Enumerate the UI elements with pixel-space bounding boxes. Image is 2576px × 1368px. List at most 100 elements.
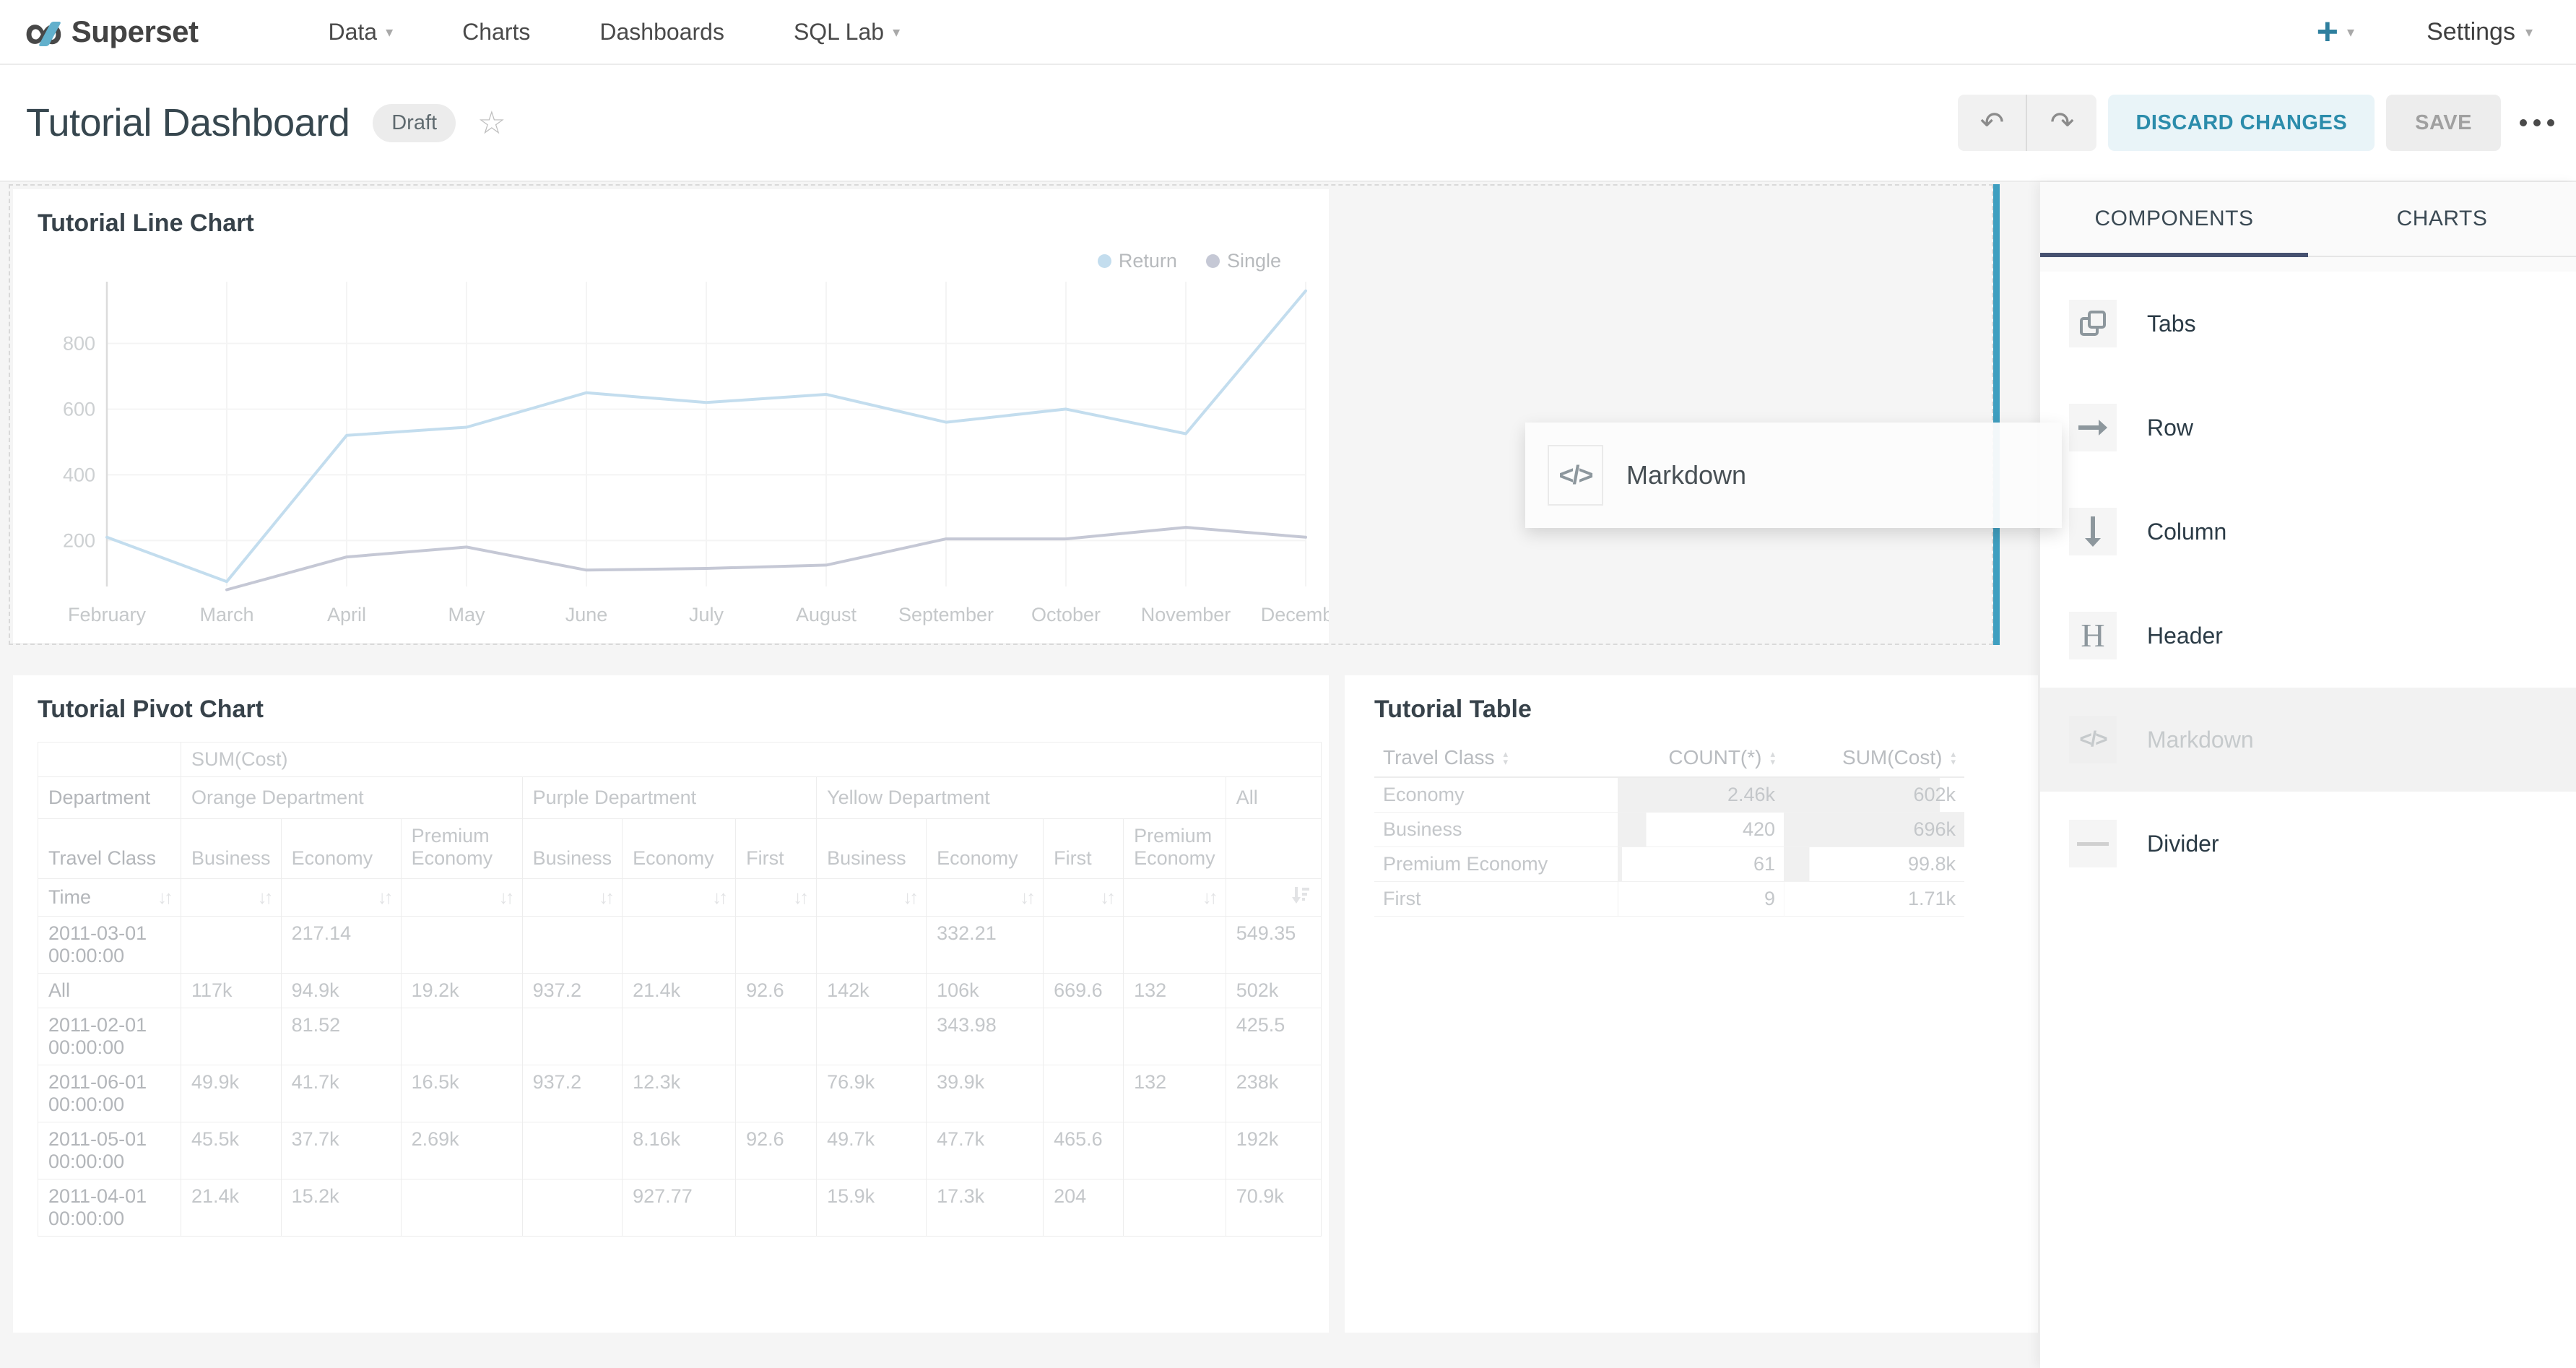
pivot-cell: 41.7k [281, 1065, 401, 1122]
pivot-cell [401, 1179, 522, 1237]
table-row: First91.71k [1374, 882, 1964, 917]
favorite-star-icon[interactable]: ☆ [477, 105, 506, 142]
cell-travel-class: Business [1374, 813, 1618, 847]
brand-name: Superset [71, 14, 199, 49]
tab-components[interactable]: COMPONENTS [2040, 182, 2308, 256]
sort-icon[interactable]: ↓↑ [1020, 886, 1033, 908]
sort-icon[interactable]: ↓↑ [258, 886, 271, 908]
time-header-flex: Time↓↑ [48, 886, 170, 909]
redo-button[interactable]: ↷ [2027, 95, 2096, 151]
save-button[interactable]: SAVE [2386, 95, 2501, 151]
pivot-cell: 16.5k [401, 1065, 522, 1122]
pivot-cell [1044, 1008, 1124, 1065]
pivot-class-header: Economy [281, 819, 401, 879]
pivot-cell: 21.4k [623, 974, 736, 1008]
nav-item-charts[interactable]: Charts [462, 19, 530, 46]
sort-desc-icon[interactable] [1291, 885, 1311, 905]
data-table-card[interactable]: Tutorial Table Travel Class▴▾COUNT(*)▴▾S… [1345, 675, 2038, 1333]
pivot-cell: 343.98 [927, 1008, 1044, 1065]
pivot-class-header: Business [522, 819, 623, 879]
sidebar-item-divider[interactable]: Divider [2040, 792, 2576, 896]
sort-icon[interactable]: ↓↑ [599, 886, 612, 908]
table-col-header-count-[interactable]: COUNT(*)▴▾ [1618, 742, 1784, 777]
pivot-cell [1124, 1179, 1226, 1237]
nav-item-data[interactable]: Data▾ [329, 19, 394, 46]
column-label: SUM(Cost) [1842, 746, 1942, 769]
pivot-cell [736, 917, 817, 974]
cell-sum: 696k [1784, 813, 1964, 847]
sort-icon[interactable]: ↓↑ [712, 886, 725, 908]
row-arrow-icon [2069, 404, 2117, 451]
sort-icon[interactable]: ↓↑ [378, 886, 391, 908]
settings-menu[interactable]: Settings ▾ [2427, 18, 2533, 46]
superset-logo[interactable]: ∞ Superset [25, 10, 199, 53]
caret-down-icon: ▾ [2525, 23, 2533, 41]
nav-item-label: Dashboards [599, 19, 724, 46]
svg-text:March: March [199, 604, 253, 625]
pivot-row-header: 2011-05-01 00:00:00 [38, 1122, 181, 1179]
sort-icon[interactable]: ↓↑ [157, 886, 170, 909]
pivot-row: 2011-05-01 00:00:0045.5k37.7k2.69k8.16k9… [38, 1122, 1322, 1179]
more-options-button[interactable] [2520, 119, 2554, 126]
cell-sum: 99.8k [1784, 847, 1964, 882]
cell-count: 2.46k [1618, 777, 1784, 813]
cell-travel-class: First [1374, 882, 1618, 917]
svg-text:June: June [565, 604, 608, 625]
chart-legend: Return Single [1098, 250, 1281, 272]
sort-icon[interactable]: ↓↑ [1202, 886, 1215, 908]
table-col-header-travel-class[interactable]: Travel Class ▴▾ [1374, 742, 1618, 777]
nav-item-sql-lab[interactable]: SQL Lab▾ [794, 19, 900, 46]
sidebar-item-row[interactable]: Row [2040, 376, 2576, 480]
legend-item-return[interactable]: Return [1098, 250, 1177, 272]
pivot-row-header: 2011-02-01 00:00:00 [38, 1008, 181, 1065]
nav-item-dashboards[interactable]: Dashboards [599, 19, 724, 46]
sort-icon[interactable]: ↓↑ [1100, 886, 1113, 908]
line-chart-card[interactable]: Tutorial Line Chart Return Single 200400… [13, 189, 1329, 643]
pivot-cell [817, 917, 927, 974]
discard-changes-button[interactable]: DISCARD CHANGES [2108, 95, 2375, 151]
tab-charts[interactable]: CHARTS [2308, 182, 2576, 256]
code-icon: </> [2069, 716, 2117, 763]
undo-redo-group: ↶ ↷ [1958, 95, 2096, 151]
undo-button[interactable]: ↶ [1958, 95, 2027, 151]
cell-sum: 602k [1784, 777, 1964, 813]
svg-text:August: August [796, 604, 857, 625]
sort-icon[interactable]: ↓↑ [903, 886, 916, 908]
legend-dot [1098, 254, 1111, 268]
drop-indicator-line [1993, 184, 2000, 645]
caret-down-icon: ▾ [386, 23, 393, 41]
pivot-cell [1044, 1065, 1124, 1122]
pivot-cell: 49.9k [181, 1065, 282, 1122]
column-arrow-icon [2069, 508, 2117, 555]
sidebar-item-header[interactable]: HHeader [2040, 584, 2576, 688]
pivot-time-header: Time↓↑ [38, 879, 181, 917]
nav-menu: Data▾ Charts Dashboards SQL Lab▾ [329, 19, 901, 46]
pivot-cell: 81.52 [281, 1008, 401, 1065]
sort-icon[interactable]: ↓↑ [793, 886, 806, 908]
pivot-chart-card[interactable]: Tutorial Pivot Chart SUM(Cost)Department… [13, 675, 1329, 1333]
pivot-sort-cell: ↓↑ [1124, 879, 1226, 917]
cell-sum: 1.71k [1784, 882, 1964, 917]
data-table: Travel Class▴▾COUNT(*)▴▾SUM(Cost)▴▾Econo… [1374, 742, 1964, 917]
pivot-cell [1124, 1008, 1226, 1065]
sort-icon[interactable]: ↓↑ [499, 886, 512, 908]
legend-item-single[interactable]: Single [1206, 250, 1281, 272]
pivot-metric-header: SUM(Cost) [181, 743, 1322, 777]
sort-carets-icon[interactable]: ▴▾ [1951, 750, 1956, 766]
sidebar-item-column[interactable]: Column [2040, 480, 2576, 584]
table-row: Premium Economy6199.8k [1374, 847, 1964, 882]
drag-ghost-markdown[interactable]: </> Markdown [1525, 423, 2062, 528]
pivot-cell [736, 1008, 817, 1065]
sidebar-item-tabs[interactable]: Tabs [2040, 272, 2576, 376]
sort-carets-icon[interactable]: ▴▾ [1504, 750, 1509, 766]
dashboard-canvas: Tutorial Line Chart Return Single 200400… [0, 182, 2576, 1368]
pivot-cell [736, 1179, 817, 1237]
table-col-header-sum-cost-[interactable]: SUM(Cost) ▴▾ [1784, 742, 1964, 777]
add-new-button[interactable]: + ▾ [2317, 17, 2354, 46]
pivot-cell: 502k [1226, 974, 1321, 1008]
settings-label: Settings [2427, 18, 2515, 46]
column-label: Travel Class [1383, 746, 1495, 769]
pivot-cell [736, 1065, 817, 1122]
sort-carets-icon[interactable]: ▴▾ [1770, 750, 1775, 766]
header-flex: COUNT(*)▴▾ [1626, 746, 1775, 769]
